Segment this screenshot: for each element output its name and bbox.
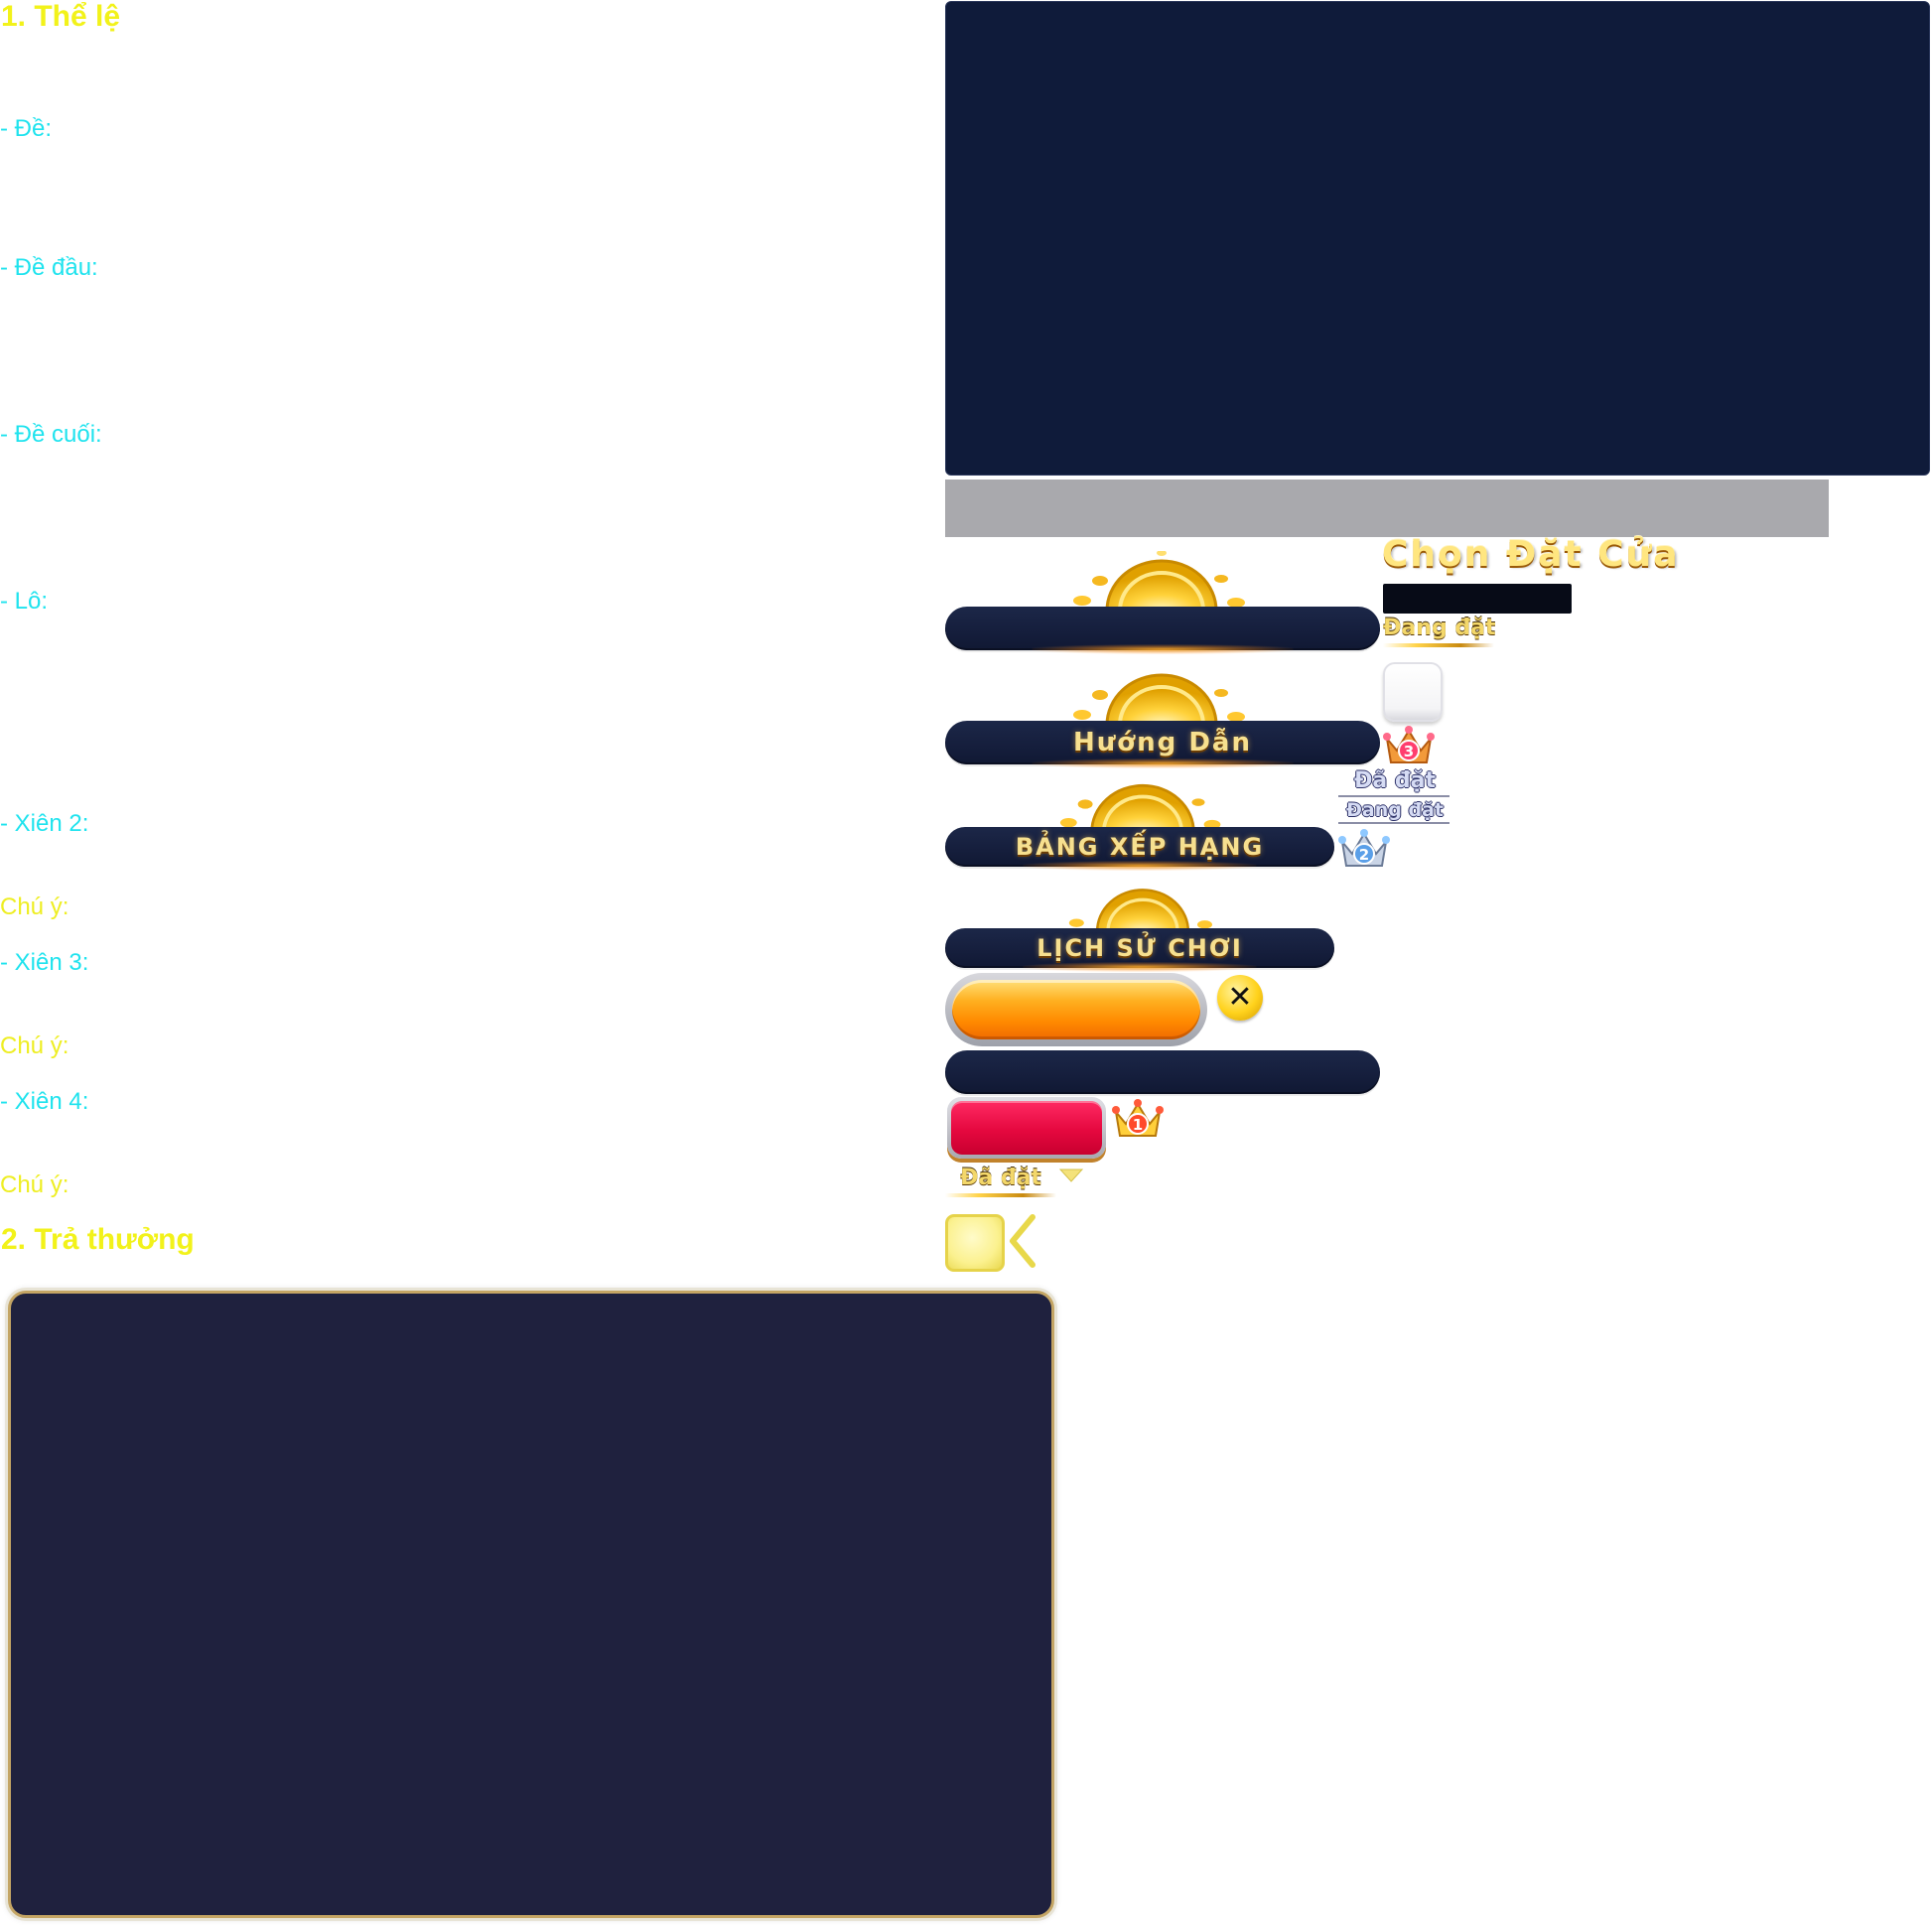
rule-label-de-cuoi: - Đề cuối: [0,421,102,448]
large-popup-panel [8,1291,1054,1918]
placed-tag-silver: Đã đặt [1353,768,1437,793]
betting-tag-silver: Đang đặt [1346,799,1444,821]
orange-action-button[interactable] [945,973,1207,1046]
dialog-panel-background [945,1,1930,476]
rule-label-lo: - Lô: [0,588,49,615]
history-tab-label: LỊCH SỬ CHƠI [1036,934,1243,962]
guide-tab-button[interactable]: Hướng Dẫn [945,721,1380,768]
blank-pill-bar[interactable] [945,1050,1380,1094]
rank-2-number: 2 [1359,846,1369,864]
crown-rank-3-icon: 3 [1383,726,1435,763]
sun-coin-icon [1073,551,1245,611]
gold-underline [1383,643,1494,647]
section-title-rules: 1. Thể lệ [1,0,121,33]
red-action-button[interactable] [947,1097,1106,1159]
sun-coin-icon [1068,889,1212,931]
note-label-2: Chú ý: [0,1032,69,1059]
leaderboard-tab-label: BẢNG XẾP HẠNG [1015,833,1265,861]
grey-underline [1338,795,1449,797]
sun-coin-icon [1073,673,1245,725]
black-input-slot [1383,584,1572,614]
rule-label-xien-3: - Xiên 3: [0,949,89,976]
rank-1-number: 1 [1133,1116,1143,1134]
note-label-3: Chú ý: [0,1171,69,1198]
sun-coin-icon [1059,783,1221,832]
dropdown-arrow-icon[interactable] [1058,1168,1084,1183]
choose-bet-title: Chọn Đặt Cửa [1382,534,1680,575]
yellow-tile[interactable] [945,1214,1005,1272]
blank-tab-button[interactable] [945,607,1380,654]
grey-header-bar [945,480,1829,537]
leaderboard-tab-button[interactable]: BẢNG XẾP HẠNG [945,827,1334,871]
gold-underline [945,1193,1056,1197]
rule-label-de: - Đề: [0,115,53,142]
history-tab-button[interactable]: LỊCH SỬ CHƠI [945,928,1334,972]
crown-rank-1-icon: 1 [1112,1099,1164,1137]
white-checkbox-tile[interactable] [1383,662,1443,722]
rank-3-number: 3 [1404,743,1414,760]
betting-tag-gold: Đang đặt [1383,616,1496,640]
chevron-left-icon[interactable] [1005,1213,1038,1269]
section-title-payout: 2. Trả thưởng [1,1223,195,1256]
note-label-1: Chú ý: [0,894,69,920]
placed-tag-gold: Đã đặt [959,1166,1042,1190]
rule-label-xien-2: - Xiên 2: [0,810,89,837]
rule-label-de-dau: - Đề đầu: [0,254,98,281]
close-icon[interactable]: ✕ [1217,975,1263,1021]
grey-underline [1338,822,1449,824]
crown-rank-2-icon: 2 [1338,829,1390,867]
guide-tab-label: Hướng Dẫn [1073,728,1252,757]
rule-label-xien-4: - Xiên 4: [0,1088,89,1115]
